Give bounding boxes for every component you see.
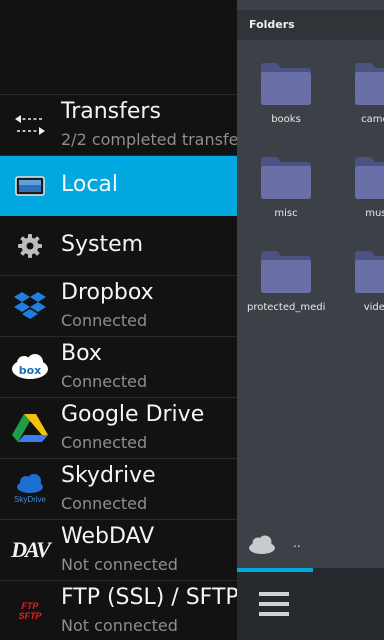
drawer-item-title: System bbox=[61, 232, 144, 257]
drawer-item-title: Transfers bbox=[61, 99, 161, 124]
folder-icon bbox=[355, 63, 384, 105]
drawer-item-title: Skydrive bbox=[61, 463, 156, 488]
status-text: .. bbox=[293, 536, 301, 550]
drawer-item-status: Connected bbox=[61, 494, 148, 513]
drawer-item-system[interactable]: System bbox=[0, 216, 237, 276]
folder-icon bbox=[261, 157, 311, 199]
drawer-item-status: Connected bbox=[61, 433, 148, 452]
webdav-icon: DAV bbox=[9, 532, 51, 568]
box-icon: box bbox=[9, 349, 51, 385]
drawer-item-status: Not connected bbox=[61, 616, 178, 635]
drawer-item-title: Google Drive bbox=[61, 402, 205, 427]
folder-name: protected_media bbox=[247, 302, 325, 313]
drawer-item-title: WebDAV bbox=[61, 524, 155, 549]
folder-icon bbox=[355, 157, 384, 199]
skydrive-logo-text: SkyDrive bbox=[14, 495, 47, 504]
google-drive-icon bbox=[9, 410, 51, 446]
gear-icon bbox=[9, 228, 51, 264]
drawer-item-skydrive[interactable]: SkyDrive Skydrive Connected bbox=[0, 459, 237, 520]
drawer-item-status: Connected bbox=[61, 311, 148, 330]
skydrive-icon: SkyDrive bbox=[9, 471, 51, 507]
menu-icon[interactable] bbox=[259, 590, 291, 618]
cloud-icon bbox=[249, 535, 275, 554]
drawer-item-google-drive[interactable]: Google Drive Connected bbox=[0, 398, 237, 459]
folder-name: books bbox=[271, 114, 301, 125]
drawer-item-status: 2/2 completed transfers bbox=[61, 130, 237, 149]
drawer-item-title: Local bbox=[61, 172, 119, 197]
folder-item[interactable]: misc bbox=[247, 154, 325, 234]
folder-item[interactable]: videos bbox=[341, 248, 384, 328]
bottom-action-bar bbox=[237, 568, 384, 640]
ftp-icon: FTP SFTP bbox=[9, 593, 51, 629]
drawer-item-status: Not connected bbox=[61, 555, 178, 574]
drawer-item-transfers[interactable]: Transfers 2/2 completed transfers bbox=[0, 95, 237, 156]
panel-header: Folders bbox=[237, 10, 384, 40]
folder-name: camera bbox=[361, 114, 384, 125]
panel-title: Folders bbox=[249, 18, 295, 31]
folder-icon bbox=[261, 251, 311, 293]
folder-icon bbox=[355, 251, 384, 293]
drawer-item-dropbox[interactable]: Dropbox Connected bbox=[0, 276, 237, 337]
folder-item[interactable]: books bbox=[247, 60, 325, 140]
sftp-logo-text: SFTP bbox=[18, 611, 42, 621]
drawer-header bbox=[0, 0, 237, 95]
selected-tab-indicator bbox=[237, 568, 313, 572]
drawer-item-local[interactable]: Local bbox=[0, 156, 237, 216]
drawer-item-box[interactable]: box Box Connected bbox=[0, 337, 237, 398]
webdav-logo-text: DAV bbox=[11, 537, 51, 562]
navigation-drawer: Transfers 2/2 completed transfers Local bbox=[0, 0, 237, 640]
drawer-item-title: FTP (SSL) / SFTP bbox=[61, 585, 237, 610]
content-panel: Folders books camera misc music protected_me… bbox=[237, 0, 384, 640]
drawer-item-ftp[interactable]: FTP SFTP FTP (SSL) / SFTP Not connected bbox=[0, 581, 237, 640]
transfer-arrows-icon bbox=[9, 107, 51, 143]
folder-icon bbox=[261, 63, 311, 105]
box-logo-text: box bbox=[19, 364, 42, 377]
folder-item[interactable]: camera bbox=[341, 60, 384, 140]
local-storage-icon bbox=[9, 168, 51, 204]
folder-name: videos bbox=[363, 302, 384, 313]
folder-name: misc bbox=[274, 208, 298, 219]
folder-item[interactable]: music bbox=[341, 154, 384, 234]
folder-item[interactable]: protected_media bbox=[247, 248, 325, 328]
drawer-item-title: Box bbox=[61, 341, 102, 366]
drawer-item-webdav[interactable]: DAV WebDAV Not connected bbox=[0, 520, 237, 581]
drawer-item-title: Dropbox bbox=[61, 280, 154, 305]
folder-name: music bbox=[365, 208, 384, 219]
dropbox-icon bbox=[9, 288, 51, 324]
drawer-item-status: Connected bbox=[61, 372, 148, 391]
status-row: .. bbox=[237, 530, 384, 568]
ftp-logo-text: FTP bbox=[21, 601, 39, 611]
